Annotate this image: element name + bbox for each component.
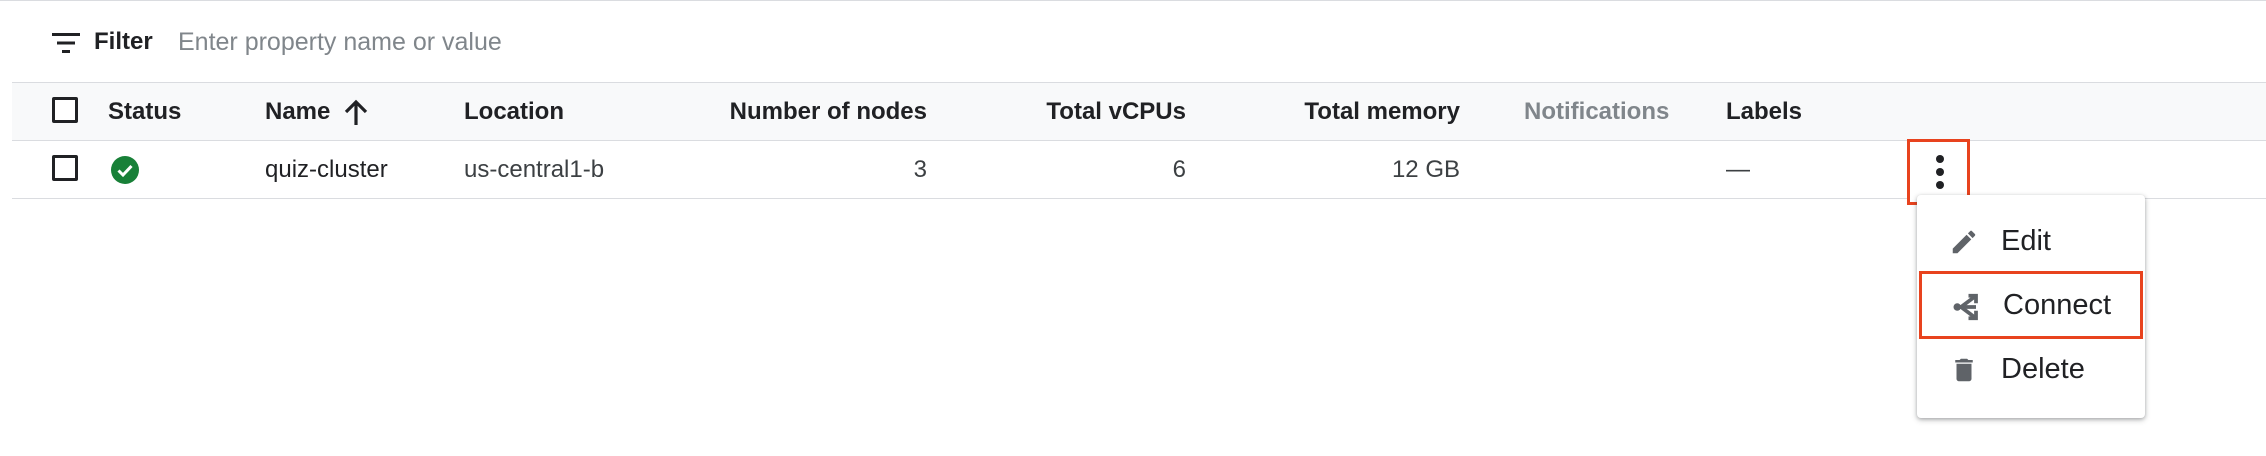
column-header-memory[interactable]: Total memory [1212, 83, 1460, 140]
menu-item-label: Connect [2003, 289, 2112, 321]
filter-bar: Filter [12, 2, 2266, 83]
filter-input[interactable] [178, 22, 878, 62]
cluster-vcpus: 6 [1172, 156, 1186, 183]
pencil-icon [1952, 230, 1976, 254]
trash-icon [1955, 358, 1973, 382]
column-header-notifications[interactable]: Notifications [1524, 83, 1669, 140]
more-vert-icon [1936, 155, 1944, 163]
sort-ascending-icon[interactable] [342, 99, 370, 127]
column-header-nodes[interactable]: Number of nodes [612, 83, 927, 140]
menu-item-label: Edit [2001, 225, 2051, 257]
filter-list-icon[interactable] [52, 31, 80, 55]
row-checkbox[interactable] [52, 155, 78, 181]
cluster-nodes: 3 [913, 156, 927, 183]
cluster-list-page: Filter Status Name Location Number of no… [0, 0, 2266, 456]
cluster-memory: 12 GB [1391, 156, 1460, 183]
more-vert-icon-dot [1936, 168, 1944, 176]
table-header: Status Name Location Number of nodes Tot… [12, 83, 2266, 141]
column-header-vcpus[interactable]: Total vCPUs [972, 83, 1186, 140]
select-all-checkbox[interactable] [52, 97, 78, 123]
connect-icon [1953, 293, 1978, 321]
filter-label[interactable]: Filter [94, 26, 153, 58]
cluster-location: us-central1-b [464, 156, 605, 183]
menu-item-edit[interactable]: Edit [1917, 209, 2145, 273]
column-header-labels[interactable]: Labels [1726, 83, 1802, 140]
more-vert-icon-dot [1936, 181, 1944, 189]
column-header-status[interactable]: Status [108, 83, 181, 140]
cluster-labels: — [1726, 156, 1750, 183]
column-header-location[interactable]: Location [464, 83, 564, 140]
cluster-name-link[interactable]: quiz-cluster [265, 141, 388, 198]
menu-item-connect[interactable]: Connect [1919, 271, 2143, 339]
menu-item-label: Delete [2001, 353, 2085, 385]
column-header-name[interactable]: Name [265, 83, 330, 140]
row-actions-menu: Edit Connect Delete [1917, 195, 2145, 418]
check-circle-icon [111, 156, 139, 184]
top-divider [0, 0, 2266, 1]
menu-item-delete[interactable]: Delete [1917, 337, 2145, 401]
